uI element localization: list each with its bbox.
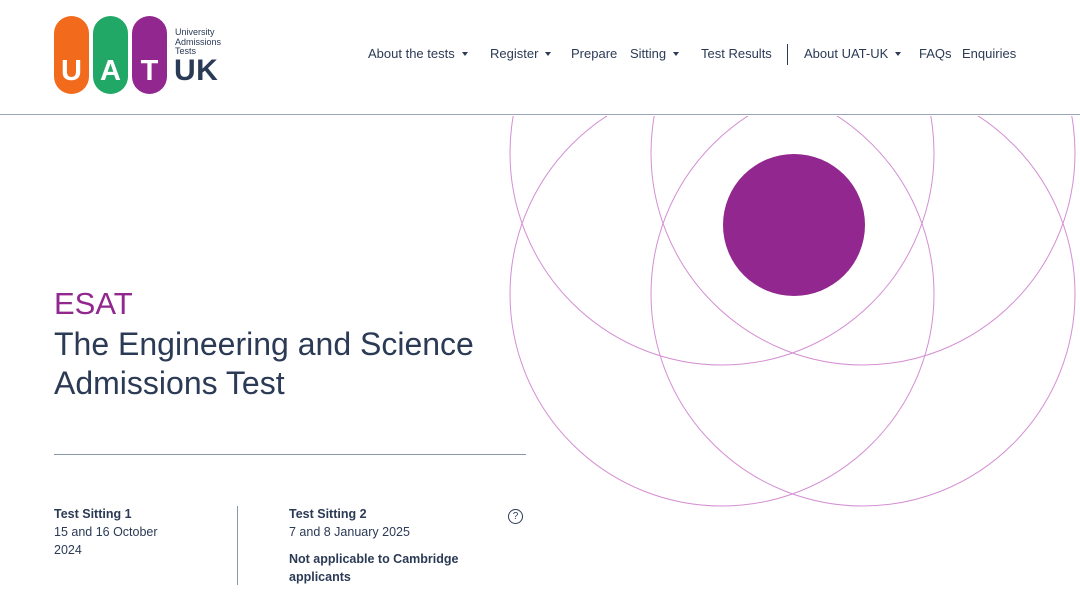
question-circle-icon[interactable]: ? — [508, 509, 523, 524]
nav-about-uat-uk[interactable]: About UAT-UK — [804, 46, 902, 61]
nav-enquiries[interactable]: Enquiries — [962, 46, 1016, 61]
nav-about-the-tests[interactable]: About the tests — [368, 46, 468, 61]
logo-subtitle: University Admissions Tests — [175, 27, 222, 56]
decorative-ring — [509, 116, 935, 366]
sitting-note: Not applicable to Cambridge applicants — [289, 552, 459, 584]
page-title: The Engineering and Science Admissions T… — [54, 326, 474, 401]
caret-down-icon — [461, 51, 468, 56]
section-divider — [54, 454, 526, 455]
nav-faqs[interactable]: FAQs — [919, 46, 952, 61]
sitting-date: 15 and 16 October 2024 — [54, 525, 158, 557]
sitting-date: 7 and 8 January 2025 — [289, 525, 410, 539]
caret-down-icon — [673, 51, 680, 56]
logo-uk-text: UK — [174, 54, 219, 87]
sitting-heading: Test Sitting 1 — [54, 507, 132, 521]
nav-test-results[interactable]: Test Results — [701, 46, 772, 61]
site-header: U A T University Admissions Tests UK Abo… — [0, 0, 1080, 115]
nav-prepare[interactable]: Prepare — [571, 46, 617, 61]
caret-down-icon — [545, 51, 552, 56]
nav-divider — [787, 44, 788, 65]
logo-letter-u: U — [54, 16, 89, 94]
nav-register[interactable]: Register — [490, 46, 552, 61]
uat-uk-logo[interactable]: U A T University Admissions Tests UK — [54, 16, 244, 96]
caret-down-icon — [895, 51, 902, 56]
nav-sitting[interactable]: Sitting — [630, 46, 680, 61]
logo-letter-a: A — [93, 16, 128, 94]
test-sitting-2: Test Sitting 2 7 and 8 January 2025 Not … — [289, 505, 489, 586]
sitting-divider — [237, 506, 238, 585]
logo-letter-t: T — [132, 16, 167, 94]
test-sitting-1: Test Sitting 1 15 and 16 October 2024 — [54, 505, 204, 559]
sitting-heading: Test Sitting 2 — [289, 507, 367, 521]
test-acronym: ESAT — [54, 286, 133, 321]
hero-solid-circle — [723, 154, 865, 296]
